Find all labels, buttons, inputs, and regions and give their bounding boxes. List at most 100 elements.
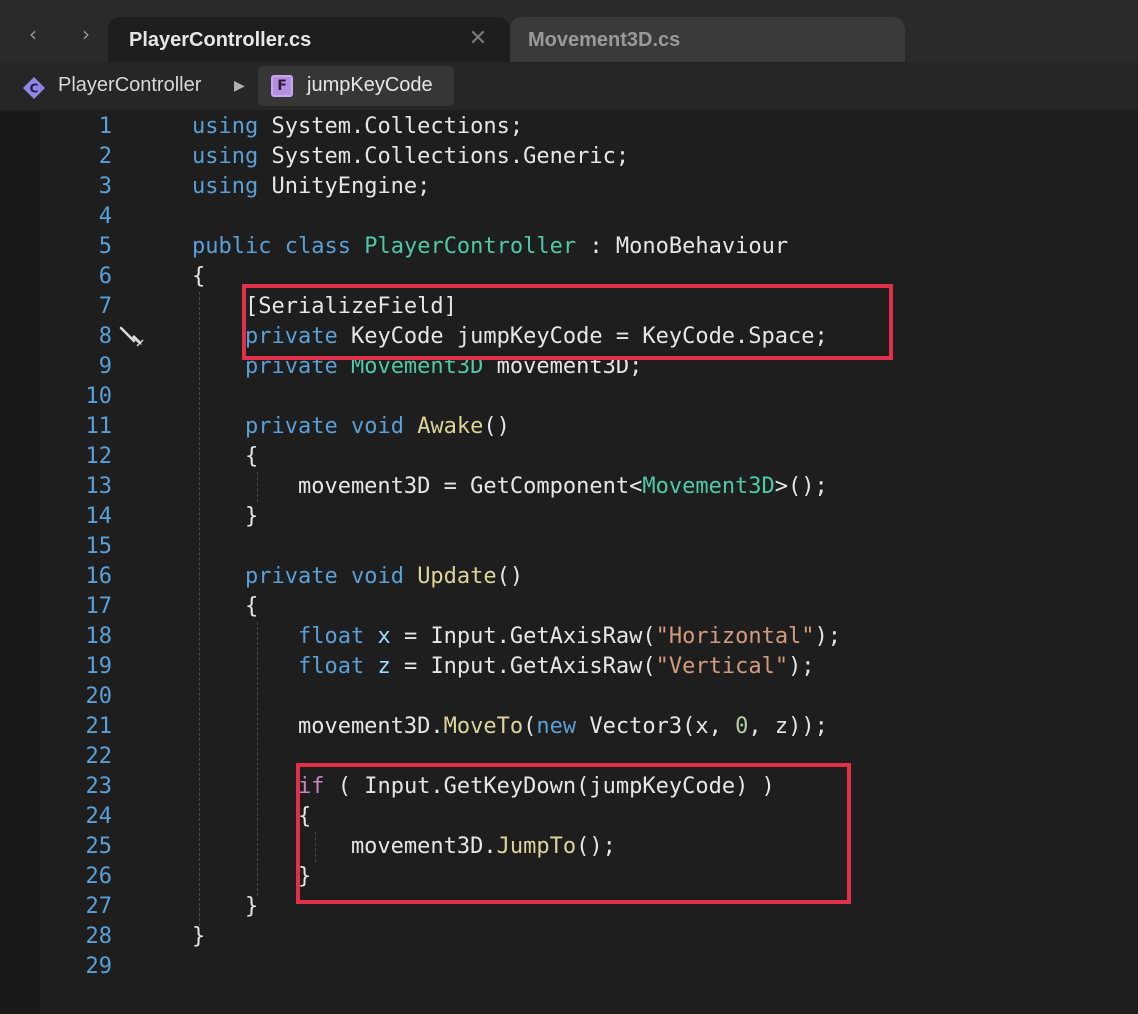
line-number: 14 bbox=[85, 504, 113, 529]
code-line[interactable]: 14 } bbox=[0, 502, 1138, 532]
code-token: Movement3D bbox=[642, 474, 775, 499]
breadcrumb-class[interactable]: PlayerController bbox=[58, 74, 201, 97]
code-line[interactable]: 28} bbox=[0, 922, 1138, 952]
class-icon: C bbox=[23, 77, 45, 99]
code-line[interactable]: 17 { bbox=[0, 592, 1138, 622]
code-token: ( bbox=[523, 714, 537, 739]
code-text: } bbox=[192, 862, 311, 892]
chevron-right-icon[interactable]: › bbox=[74, 22, 98, 46]
code-token: 0 bbox=[735, 714, 749, 739]
code-token: MoveTo bbox=[443, 714, 524, 739]
code-token: } bbox=[192, 924, 206, 949]
code-line[interactable]: 1 using System.Collections; bbox=[0, 112, 1138, 142]
code-text: } bbox=[192, 892, 258, 922]
close-icon[interactable]: ✕ bbox=[466, 27, 490, 51]
code-line[interactable]: 15 bbox=[0, 532, 1138, 562]
line-number: 28 bbox=[85, 924, 113, 949]
code-line[interactable]: 10 bbox=[0, 382, 1138, 412]
code-text: public class PlayerController : MonoBeha… bbox=[192, 232, 788, 262]
code-token: () bbox=[483, 414, 510, 439]
indent-guide bbox=[257, 622, 258, 896]
code-line[interactable]: 4 bbox=[0, 202, 1138, 232]
code-token: private bbox=[244, 564, 338, 589]
line-number: 15 bbox=[85, 534, 113, 559]
code-line[interactable]: 29 bbox=[0, 952, 1138, 982]
code-token: Awake bbox=[417, 414, 484, 439]
line-number: 29 bbox=[85, 954, 113, 979]
line-number: 16 bbox=[85, 564, 113, 589]
code-line[interactable]: 21 movement3D.MoveTo(new Vector3(x, 0, z… bbox=[0, 712, 1138, 742]
chevron-left-icon[interactable]: ‹ bbox=[21, 22, 45, 46]
code-token: private bbox=[244, 414, 338, 439]
line-number: 7 bbox=[98, 294, 112, 319]
code-line[interactable]: 13 movement3D = GetComponent<Movement3D>… bbox=[0, 472, 1138, 502]
line-number: 21 bbox=[85, 714, 113, 739]
code-token: = Input.GetAxisRaw( bbox=[390, 654, 656, 679]
code-token: PlayerController bbox=[364, 234, 577, 259]
line-number: 8 bbox=[98, 324, 112, 349]
code-text: float x = Input.GetAxisRaw("Horizontal")… bbox=[192, 622, 841, 652]
line-number: 19 bbox=[85, 654, 113, 679]
indent-guide bbox=[199, 292, 200, 926]
code-line[interactable]: 18 float x = Input.GetAxisRaw("Horizonta… bbox=[0, 622, 1138, 652]
line-number: 20 bbox=[85, 684, 113, 709]
tab-bar: ‹ › PlayerController.cs ✕ Movement3D.cs bbox=[0, 0, 1138, 62]
code-text: { bbox=[192, 442, 258, 472]
code-token: , z)); bbox=[748, 714, 828, 739]
code-text: { bbox=[192, 262, 205, 292]
breadcrumb-field[interactable]: F jumpKeyCode bbox=[258, 66, 454, 106]
code-line[interactable]: 20 bbox=[0, 682, 1138, 712]
code-token: { bbox=[192, 264, 206, 289]
line-number: 10 bbox=[85, 384, 113, 409]
code-line[interactable]: 12 { bbox=[0, 442, 1138, 472]
code-token: UnityEngine; bbox=[258, 174, 431, 199]
line-number: 11 bbox=[85, 414, 113, 439]
code-token: { bbox=[192, 594, 259, 619]
pin-icon[interactable] bbox=[118, 325, 146, 351]
code-token: () bbox=[496, 564, 524, 589]
code-line[interactable]: 16 private void Update() bbox=[0, 562, 1138, 592]
line-number: 12 bbox=[85, 444, 113, 469]
code-token: ); bbox=[788, 654, 815, 679]
code-token: } bbox=[192, 864, 312, 889]
code-token: >(); bbox=[774, 474, 828, 499]
code-token: = Input.GetAxisRaw( bbox=[390, 624, 656, 649]
code-token: float bbox=[297, 654, 365, 679]
code-text: using UnityEngine; bbox=[192, 172, 430, 202]
line-number: 17 bbox=[85, 594, 113, 619]
code-text: private void Update() bbox=[192, 562, 523, 592]
code-line[interactable]: 5 public class PlayerController : MonoBeh… bbox=[0, 232, 1138, 262]
code-token: using bbox=[192, 174, 259, 199]
code-line[interactable]: 19 float z = Input.GetAxisRaw("Vertical"… bbox=[0, 652, 1138, 682]
code-token: } bbox=[192, 894, 259, 919]
line-number: 6 bbox=[98, 264, 112, 289]
code-line[interactable]: 2 using System.Collections.Generic; bbox=[0, 142, 1138, 172]
code-token: z bbox=[377, 654, 391, 679]
line-number: 25 bbox=[85, 834, 113, 859]
code-line[interactable]: 3 using UnityEngine; bbox=[0, 172, 1138, 202]
tab-label: Movement3D.cs bbox=[528, 29, 681, 51]
code-token: x bbox=[377, 624, 391, 649]
highlight-box-jump-condition bbox=[296, 763, 851, 904]
code-token: movement3D = GetComponent< bbox=[192, 474, 643, 499]
code-text: private void Awake() bbox=[192, 412, 510, 442]
line-number: 2 bbox=[98, 144, 112, 169]
tab-player-controller[interactable]: PlayerController.cs ✕ bbox=[108, 17, 510, 62]
code-token: using bbox=[192, 144, 259, 169]
code-text: movement3D.MoveTo(new Vector3(x, 0, z)); bbox=[192, 712, 828, 742]
code-token: Vector3(x, bbox=[576, 714, 736, 739]
tab-label: PlayerController.cs bbox=[129, 29, 312, 51]
code-text: using System.Collections; bbox=[192, 112, 523, 142]
code-line[interactable]: 11 private void Awake() bbox=[0, 412, 1138, 442]
tab-movement3d[interactable]: Movement3D.cs bbox=[510, 17, 905, 62]
line-number: 22 bbox=[85, 744, 113, 769]
highlight-box-serialized-field bbox=[242, 284, 893, 360]
line-number: 18 bbox=[85, 624, 113, 649]
code-token: { bbox=[192, 804, 312, 829]
